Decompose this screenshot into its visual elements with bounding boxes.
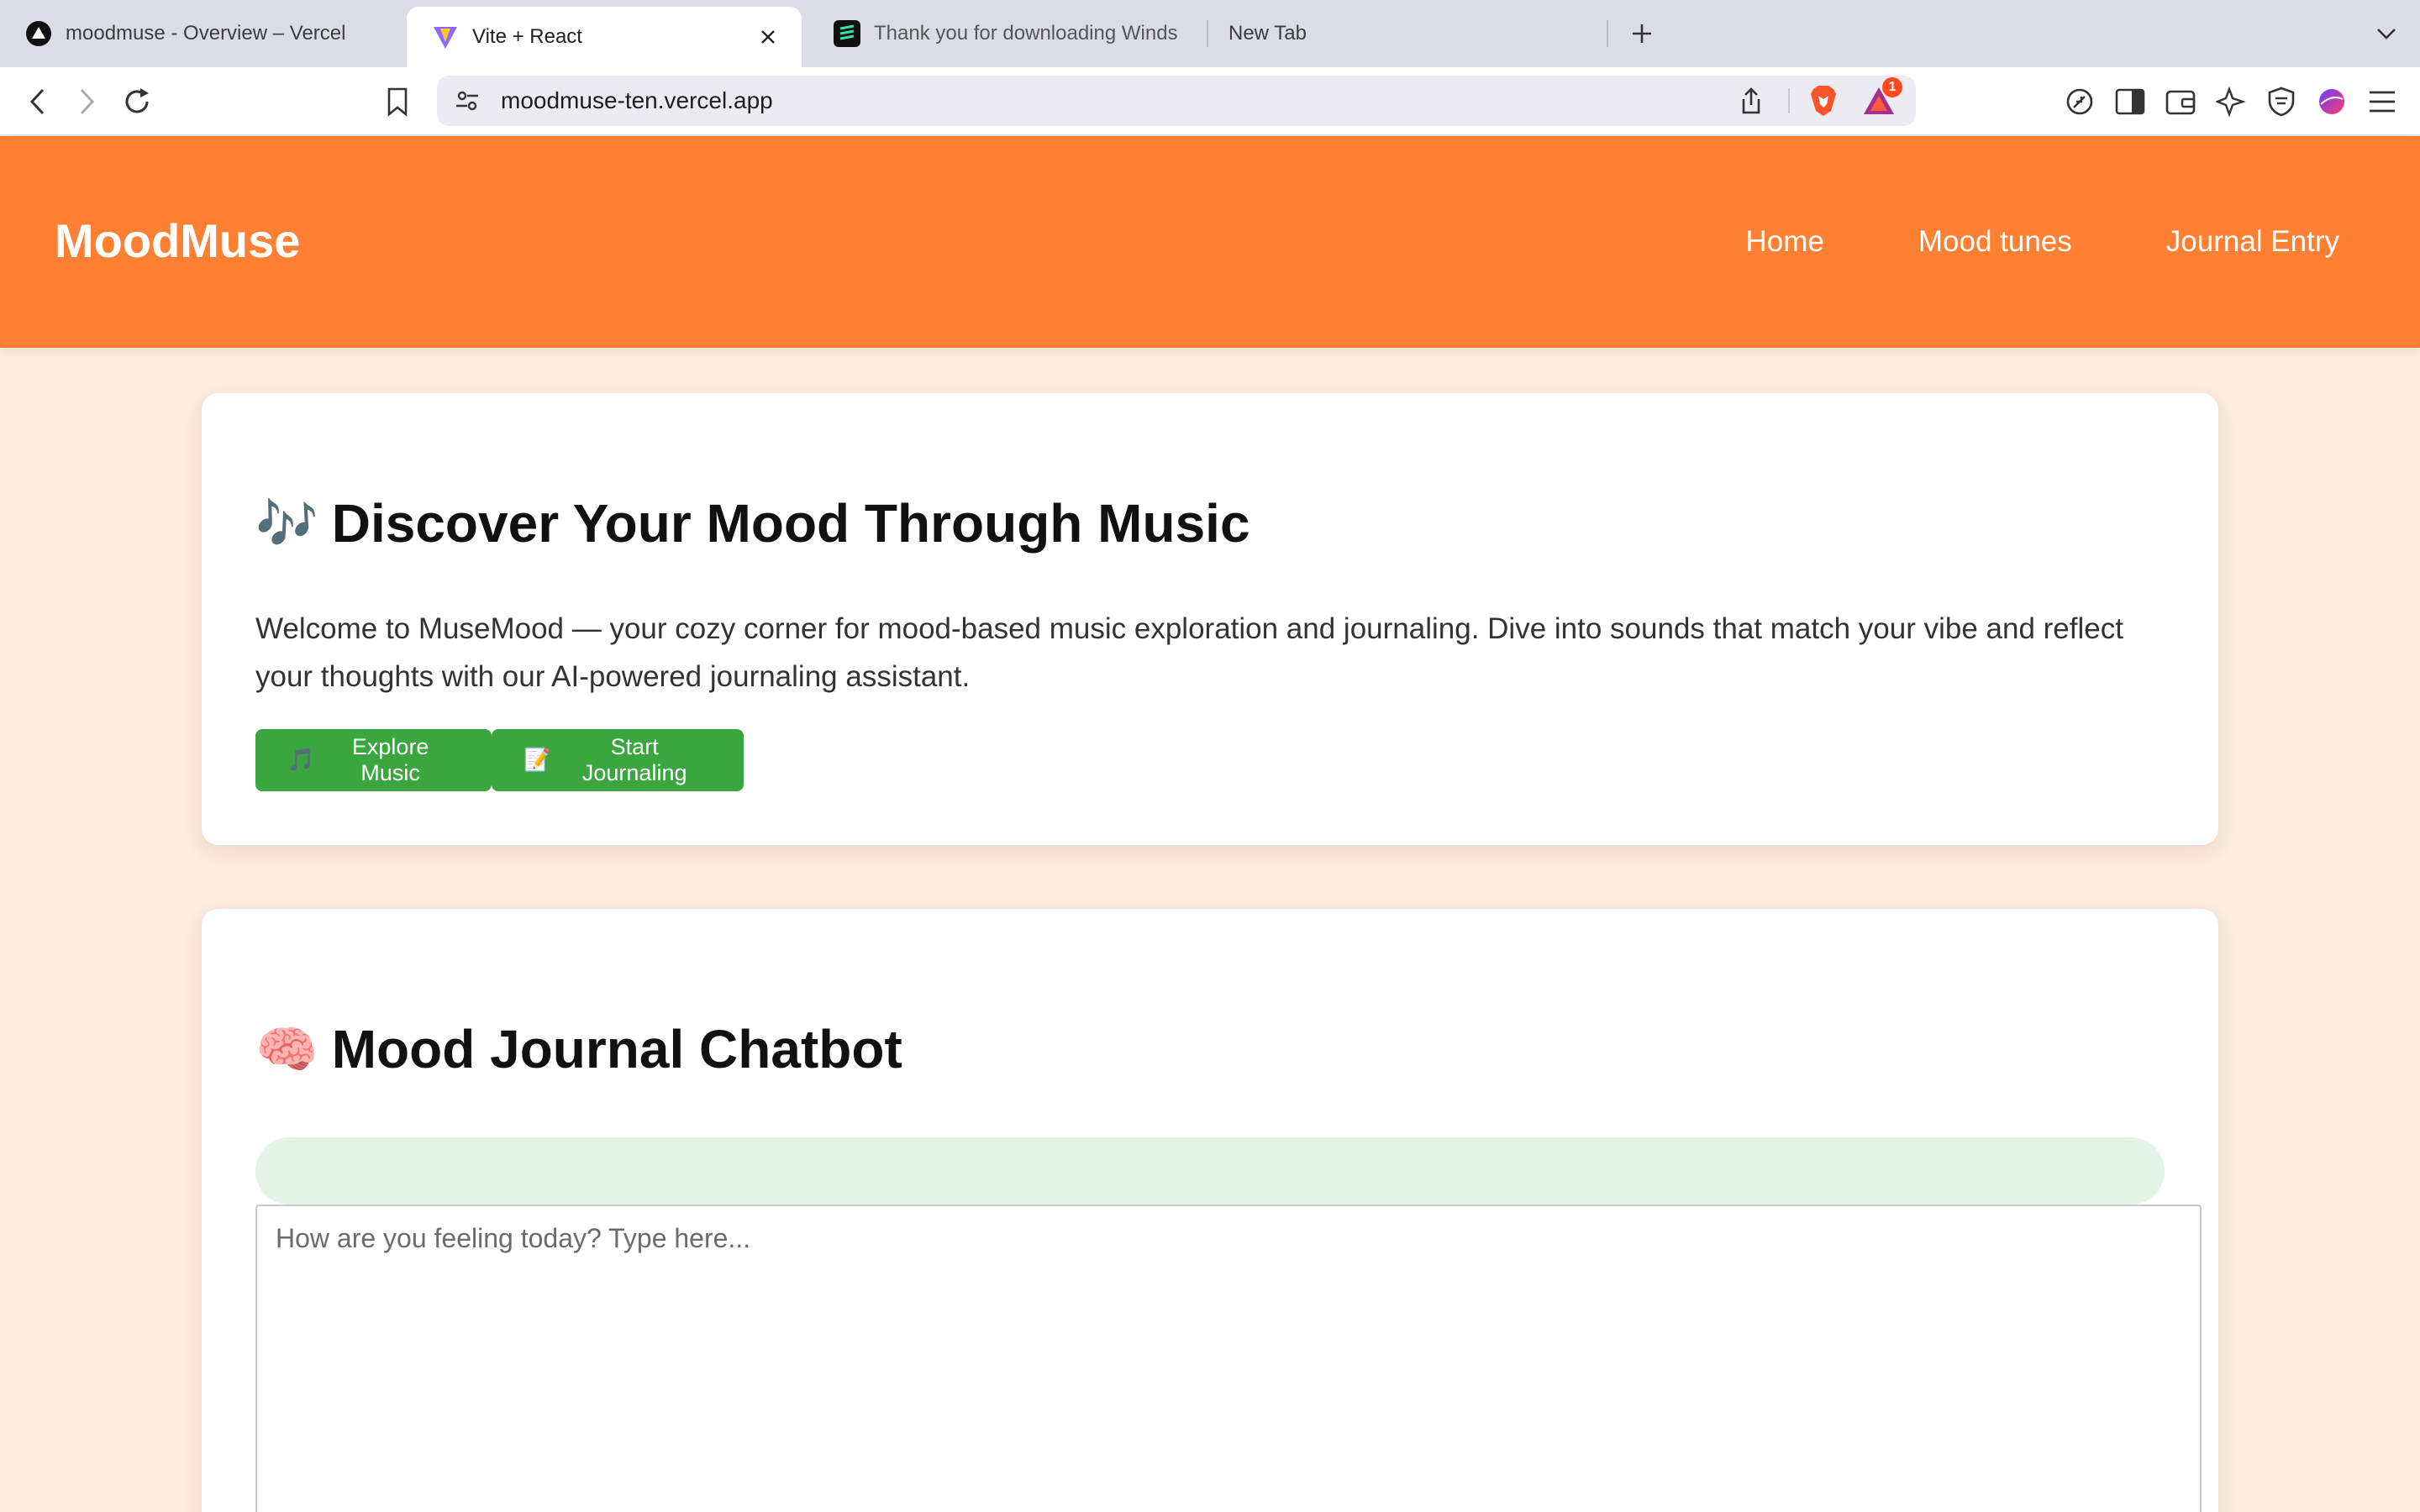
music-notes-icon: 🎶 xyxy=(255,494,318,554)
nav-link-home[interactable]: Home xyxy=(1746,225,1824,259)
leo-ai-button[interactable] xyxy=(2060,82,2099,121)
memo-icon: 📝 xyxy=(523,748,551,773)
forward-button[interactable] xyxy=(67,82,106,121)
start-journaling-button[interactable]: 📝 Start Journaling xyxy=(492,729,744,791)
journal-textarea[interactable] xyxy=(255,1205,2202,1512)
tab-separator xyxy=(1207,20,1208,47)
tab-title: New Tab xyxy=(1228,22,1307,45)
chevron-left-icon xyxy=(29,88,45,115)
nav-link-mood-tunes[interactable]: Mood tunes xyxy=(1918,225,2072,259)
leaf-icon xyxy=(2066,88,2093,115)
music-note-icon: 🎵 xyxy=(287,748,315,773)
brave-shields-icon[interactable] xyxy=(1805,82,1842,119)
tab-title: Vite + React xyxy=(472,25,582,48)
reload-button[interactable] xyxy=(118,82,156,121)
vercel-logo-icon xyxy=(25,20,52,47)
app-header: MoodMuse Home Mood tunes Journal Entry xyxy=(0,136,2420,348)
explore-music-button[interactable]: 🎵 Explore Music xyxy=(255,729,492,791)
chat-message-area xyxy=(255,1137,2165,1205)
brave-rewards-icon[interactable]: 1 xyxy=(1860,77,1902,119)
tab-title: moodmuse - Overview – Vercel xyxy=(66,22,346,45)
plus-icon xyxy=(1633,24,1651,43)
button-label: Start Journaling xyxy=(581,734,687,785)
hero-description: Welcome to MuseMood — your cozy corner f… xyxy=(255,612,2123,693)
browser-tab-strip: moodmuse - Overview – Vercel Vite + Reac… xyxy=(0,0,2420,67)
wallet-icon xyxy=(2165,90,2196,115)
address-bar[interactable]: moodmuse-ten.vercel.app 1 xyxy=(437,76,1916,126)
tab-title: Thank you for downloading Winds xyxy=(874,22,1178,45)
browser-tab-vite-react[interactable]: Vite + React xyxy=(407,7,802,67)
tab-list-button[interactable] xyxy=(2370,17,2403,50)
url-divider xyxy=(1788,88,1790,113)
hero-card: 🎶 Discover Your Mood Through Music Welco… xyxy=(202,393,2218,845)
url-text: moodmuse-ten.vercel.app xyxy=(501,87,773,113)
share-icon[interactable] xyxy=(1733,82,1770,119)
site-settings-icon[interactable] xyxy=(450,84,484,118)
menu-button[interactable] xyxy=(2363,82,2402,121)
chevron-right-icon xyxy=(80,88,95,115)
sidebar-icon xyxy=(2115,88,2145,115)
chatbot-title-text: Mood Journal Chatbot xyxy=(331,1019,902,1079)
browser-toolbar: moodmuse-ten.vercel.app 1 xyxy=(0,67,2420,136)
chatbot-title: 🧠 Mood Journal Chatbot xyxy=(255,1018,902,1080)
back-button[interactable] xyxy=(18,82,57,121)
browser-tab-vercel[interactable]: moodmuse - Overview – Vercel xyxy=(0,7,395,60)
bookmark-button[interactable] xyxy=(378,82,417,121)
sparkle-icon xyxy=(2216,87,2246,117)
chevron-down-icon xyxy=(2377,29,2396,39)
tab-separator xyxy=(1607,20,1608,47)
hero-title: 🎶 Discover Your Mood Through Music xyxy=(255,492,1250,554)
profile-button[interactable] xyxy=(2312,82,2351,121)
button-label: Explore Music xyxy=(351,734,429,785)
hero-title-text: Discover Your Mood Through Music xyxy=(331,493,1250,554)
ai-assistant-button[interactable] xyxy=(2212,82,2250,121)
sidebar-toggle-button[interactable] xyxy=(2111,82,2149,121)
nav-link-journal-entry[interactable]: Journal Entry xyxy=(2166,225,2339,259)
profile-avatar-icon xyxy=(2319,89,2344,114)
vite-logo-icon xyxy=(432,24,459,50)
browser-tab-new-tab[interactable]: New Tab xyxy=(1210,7,1605,60)
wallet-button[interactable] xyxy=(2161,82,2200,121)
reload-icon xyxy=(125,88,149,113)
new-tab-button[interactable] xyxy=(1622,13,1662,54)
brain-icon: 🧠 xyxy=(255,1020,318,1079)
chatbot-card: 🧠 Mood Journal Chatbot xyxy=(202,909,2218,1512)
vpn-button[interactable] xyxy=(2262,82,2301,121)
shield-icon xyxy=(2268,87,2295,117)
windsurf-logo-icon xyxy=(834,20,860,47)
bookmark-icon xyxy=(387,87,408,117)
main-nav: Home Mood tunes Journal Entry xyxy=(1746,225,2340,259)
browser-tab-windsurf[interactable]: Thank you for downloading Winds xyxy=(808,7,1203,60)
notification-badge: 1 xyxy=(1882,77,1902,97)
close-tab-icon[interactable] xyxy=(753,22,783,52)
hamburger-menu-icon xyxy=(2370,91,2395,113)
hero-actions: 🎵 Explore Music 📝 Start Journaling xyxy=(255,729,744,791)
brand-logo[interactable]: MoodMuse xyxy=(55,213,300,268)
